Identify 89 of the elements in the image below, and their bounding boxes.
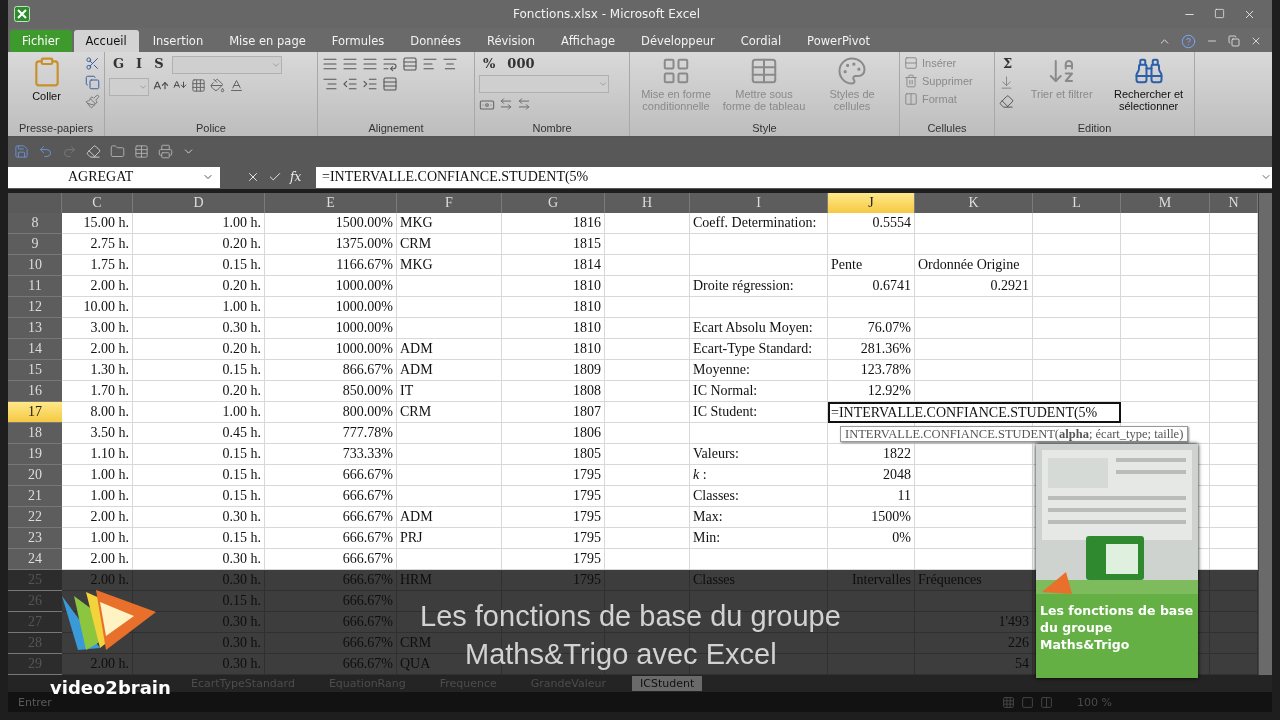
sheet-tab[interactable]: ICStudent: [632, 676, 703, 691]
row-header[interactable]: 16: [8, 381, 62, 402]
ribbon-tab[interactable]: Affichage: [549, 30, 628, 52]
group-label: Edition: [1077, 122, 1112, 134]
ribbon-button[interactable]: Rechercher et sélectionner: [1107, 56, 1190, 112]
row-header[interactable]: 12: [8, 297, 62, 318]
window-title: Fonctions.xlsx - Microsoft Excel: [512, 7, 701, 21]
save-icon[interactable]: [14, 144, 29, 159]
fill-color-icon[interactable]: [210, 78, 225, 93]
row-header[interactable]: 20: [8, 465, 62, 486]
ribbon-tab[interactable]: Données: [398, 30, 473, 52]
excel-logo-icon[interactable]: [14, 6, 30, 22]
formula-field[interactable]: =INTERVALLE.CONFIANCE.STUDENT(5%: [316, 166, 1272, 188]
redo-icon[interactable]: [62, 144, 77, 159]
group-label: Nombre: [532, 122, 572, 134]
font-color-icon[interactable]: [229, 78, 244, 93]
group-label: Cellules: [927, 122, 967, 134]
ribbon-button[interactable]: I: [132, 56, 147, 71]
row-header[interactable]: 17: [8, 402, 62, 423]
column-header[interactable]: J: [828, 193, 915, 213]
row-header[interactable]: 22: [8, 507, 62, 528]
vertical-scrollbar[interactable]: [1258, 193, 1272, 675]
font-name-field[interactable]: [171, 56, 282, 74]
insert-function-button[interactable]: fx: [290, 170, 302, 184]
eraser-icon[interactable]: [999, 94, 1014, 109]
row-header[interactable]: 13: [8, 318, 62, 339]
row-header[interactable]: 24: [8, 549, 62, 570]
brush-icon[interactable]: [85, 94, 100, 109]
active-cell[interactable]: =INTERVALLE.CONFIANCE.STUDENT(5%: [828, 402, 1121, 423]
folder-icon[interactable]: [110, 144, 125, 159]
maximize-icon[interactable]: [1214, 7, 1225, 19]
video-caption: Les fonctions de base du groupe: [420, 600, 841, 632]
play-logo-icon: [60, 590, 156, 652]
ribbon-tab[interactable]: Révision: [474, 30, 547, 52]
indent-increase-icon[interactable]: [362, 76, 378, 92]
restore-icon[interactable]: [1228, 35, 1240, 47]
table-icon[interactable]: [134, 144, 149, 159]
borders-icon[interactable]: [191, 78, 206, 93]
enter-icon[interactable]: [268, 170, 282, 184]
close-icon[interactable]: [1250, 35, 1262, 47]
row-header[interactable]: 21: [8, 486, 62, 507]
ribbon-tab[interactable]: Cordial: [728, 30, 794, 52]
align-right-icon[interactable]: [322, 76, 338, 92]
row-header[interactable]: 9: [8, 234, 62, 255]
group-label: Police: [196, 122, 226, 134]
row-header[interactable]: 10: [8, 255, 62, 276]
brand-name: video2brain: [50, 677, 171, 698]
ribbon-button[interactable]: 000: [503, 56, 539, 71]
name-box[interactable]: AGREGAT: [8, 166, 220, 188]
binoculars-icon[interactable]: [1133, 56, 1164, 86]
ribbon-tab[interactable]: Fichier: [10, 30, 72, 52]
ribbon-tab[interactable]: Développeur: [629, 30, 727, 52]
ribbon-tab[interactable]: Formules: [319, 30, 397, 52]
copy-icon[interactable]: [85, 75, 100, 90]
fill-icon[interactable]: [999, 75, 1014, 90]
group-label: Style: [752, 122, 777, 134]
align-left-icon[interactable]: [422, 56, 438, 72]
row-header[interactable]: 18: [8, 423, 62, 444]
group-label: Presse-papiers: [19, 122, 93, 134]
row-header[interactable]: 19: [8, 444, 62, 465]
ribbon-button[interactable]: Coller: [12, 56, 81, 102]
group-label: Alignement: [368, 122, 424, 134]
row-header[interactable]: 15: [8, 360, 62, 381]
ribbon-button[interactable]: Σ: [999, 56, 1017, 71]
row-header[interactable]: 23: [8, 528, 62, 549]
product-title: Les fonctions de base du groupe Maths&Trigo: [1039, 602, 1195, 654]
function-tooltip: INTERVALLE.CONFIANCE.STUDENT(alpha; écart_type; taille): [840, 426, 1189, 442]
align-center-icon[interactable]: [442, 56, 458, 72]
undo-icon[interactable]: [38, 144, 53, 159]
cancel-icon[interactable]: [246, 170, 260, 184]
number-format-field[interactable]: [479, 75, 609, 93]
printer-icon[interactable]: [158, 144, 173, 159]
ribbon-button[interactable]: G: [109, 56, 129, 71]
indent-decrease-icon[interactable]: [342, 76, 358, 92]
ribbon-button[interactable]: %: [479, 56, 500, 71]
ribbon-tab[interactable]: PowerPivot: [795, 30, 883, 52]
normal-view-icon[interactable]: [1002, 695, 1016, 709]
help-icon[interactable]: [1181, 33, 1196, 49]
cut-icon[interactable]: [85, 56, 100, 71]
ribbon-tab[interactable]: Mise en page: [217, 30, 318, 52]
font-size-field[interactable]: [109, 78, 149, 96]
row-header[interactable]: 11: [8, 276, 62, 297]
row-header[interactable]: 14: [8, 339, 62, 360]
ribbon-button[interactable]: S: [150, 56, 168, 71]
currency-icon[interactable]: [479, 97, 495, 113]
row-header[interactable]: 8: [8, 213, 62, 234]
ribbon-tab[interactable]: Accueil: [73, 30, 139, 52]
status-mode: Entrer: [18, 695, 53, 709]
ribbon-tab[interactable]: Insertion: [140, 30, 216, 52]
